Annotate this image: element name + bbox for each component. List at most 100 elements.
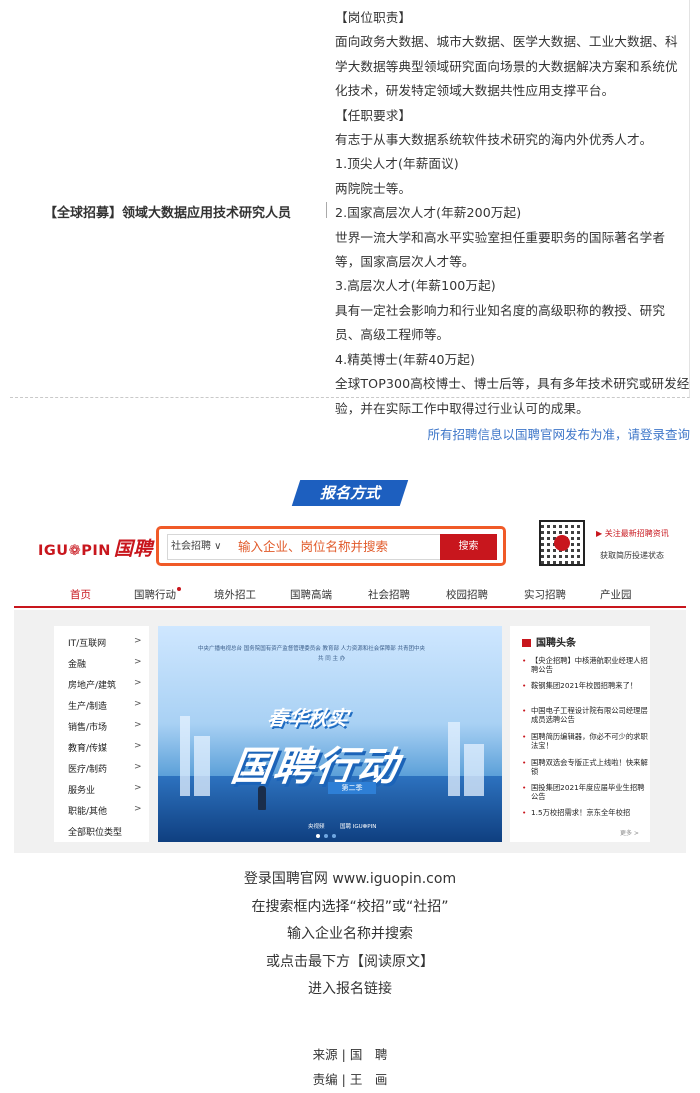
news-panel: 国聘头条 【央企招聘】中核港航职业经理人招聘公告 鞍钢集团2021年校园招聘来了… [510,626,650,842]
job-description: 【岗位职责】 面向政务大数据、城市大数据、医学大数据、工业大数据、科 学大数据等… [335,6,690,421]
step-line: 进入报名链接 [308,981,392,997]
chevron-right-icon: > [134,741,142,751]
carousel-dot-active [316,834,320,838]
job-description-line: 世界一流大学和高水平实验室担任重要职务的国际著名学者 [335,229,666,245]
hero-season-badge: 第二季 [328,782,376,794]
job-description-line: 全球TOP300高校博士、博士后等，具有多年技术研究或研发经 [335,376,690,392]
news-more-link[interactable]: 更多 > [620,828,639,837]
nav-internship[interactable]: 实习招聘 [524,587,566,602]
tower-shape [448,722,460,796]
job-description-line: 化技术，研发特定领域大数据共性应用支撑平台。 [335,83,615,99]
news-title: 国聘头条 [536,638,576,649]
chevron-right-icon: > [134,678,142,688]
job-table: 【全球招募】领域大数据应用技术研究人员 【岗位职责】 面向政务大数据、城市大数据… [10,0,690,416]
news-item-text: 国投集团2021年度应届毕业生招聘公告 [531,783,645,801]
step-line: 或点击最下方【阅读原文】 [266,953,434,970]
search-input[interactable] [238,537,440,557]
category-item[interactable]: 服务业 [68,783,95,796]
chevron-right-icon: > [134,699,142,709]
job-description-line: 员、高级工程师等。 [335,327,450,343]
category-item-all[interactable]: 全部职位类型 [68,825,122,838]
nav-label: 国聘行动 [134,589,176,601]
chevron-right-icon: > [134,783,142,793]
logo-latin: IGU❁PIN [38,543,111,559]
category-item[interactable]: 房地产/建筑 [68,678,116,691]
job-title: 【全球招募】领域大数据应用技术研究人员 [44,206,292,221]
job-description-line: 两院院士等。 [335,180,412,196]
news-item-text: 鞍钢集团2021年校园招聘来了！ [531,681,638,690]
category-item[interactable]: 教育/传媒 [68,741,107,754]
job-description-line: 学大数据等典型领域研究面向场景的大数据解决方案和系统优 [335,58,678,74]
logo-cn: 国聘 [113,538,153,560]
job-description-line: 【任职要求】 [335,107,412,123]
nav-industrial-park[interactable]: 产业园 [600,587,632,602]
login-notice-link[interactable]: 所有招聘信息以国聘官网发布为准，请登录查询 [427,424,690,443]
hero-slogan: 春华秋实 [265,706,350,730]
carousel-dots[interactable] [312,834,352,838]
chevron-right-icon: > [134,657,142,667]
nav-guopin-action[interactable]: 国聘行动 [134,587,181,602]
news-item-text: 国聘双选会专版正式上线啦！快来解锁 [531,758,648,776]
column-divider [326,202,327,218]
carousel-dot [332,834,336,838]
step-line: 输入企业名称并搜索 [287,926,413,942]
search-button[interactable]: 搜索 [440,534,497,560]
nav-overseas[interactable]: 境外招工 [214,587,256,602]
job-description-line: 具有一定社会影响力和行业知名度的高级职称的教授、研究 [335,302,666,318]
category-item[interactable]: 医疗/制药 [68,762,107,775]
news-item[interactable]: 中国电子工程设计院有限公司经理层成员选聘公告 [522,706,648,724]
news-item-text: 【央企招聘】中核港航职业经理人招聘公告 [531,656,648,674]
job-description-line: 4.精英博士(年薪40万起) [335,351,476,367]
section-title: 报名方式 [319,484,380,502]
job-description-line: 【岗位职责】 [335,10,412,25]
category-item[interactable]: 销售/市场 [68,720,107,733]
news-item[interactable]: 鞍钢集团2021年校园招聘来了！ [522,681,648,690]
news-item[interactable]: 国投集团2021年度应届毕业生招聘公告 [522,783,648,801]
nav-campus-recruit[interactable]: 校园招聘 [446,587,488,602]
news-item[interactable]: 【央企招聘】中核港航职业经理人招聘公告 [522,656,648,674]
search-type-select[interactable]: 社会招聘 ∨ [171,537,233,557]
job-description-line: 1.顶尖人才(年薪面议) [335,156,459,172]
job-description-line: 有志于从事大数据系统软件技术研究的海内外优秀人才。 [335,132,653,148]
category-item[interactable]: 职能/其他 [68,804,107,817]
hero-organizers: 中央广播电视总台 国务院国有资产监督管理委员会 教育部 人力资源和社会保障部 共… [198,646,425,652]
resume-status-link[interactable]: 获取简历投递状态 [600,550,664,561]
nav-social-recruit[interactable]: 社会招聘 [368,587,410,602]
category-item[interactable]: 生产/制造 [68,699,107,712]
job-description-line: 验，并在实际工作中取得过行业认可的成果。 [335,400,589,416]
site-header: IGU❁PIN国聘 社会招聘 ∨ 搜索 ▶ 关注最新招聘资讯 获取简历投递状态 [14,516,686,578]
site-nav: 首页 国聘行动 境外招工 国聘高端 社会招聘 校园招聘 实习招聘 产业园 [14,578,686,608]
chevron-right-icon: > [134,720,142,730]
news-item[interactable]: 国聘双选会专版正式上线啦！快来解锁 [522,758,648,776]
qr-logo-icon [554,535,570,551]
hero-main-title: 国聘行动 [228,744,403,790]
category-item[interactable]: IT/互联网 [68,636,106,649]
credits: 来源 | 国 聘 责编 | 王 画 [0,1042,700,1092]
hero-banner[interactable]: 中央广播电视总台 国务院国有资产监督管理委员会 教育部 人力资源和社会保障部 共… [158,626,502,842]
editor-credit: 责编 | 王 画 [312,1072,388,1087]
nav-high-end[interactable]: 国聘高端 [290,587,332,602]
step-line: 登录国聘官网 www.iguopin.com [243,871,457,887]
follow-news-link[interactable]: ▶ 关注最新招聘资讯 [596,528,669,539]
hero-partner-logo: 央视频 [308,824,325,830]
carousel-dot [324,834,328,838]
building-shape [194,736,210,796]
chevron-right-icon: > [134,762,142,772]
site-body: IT/互联网 > 金融 > 房地产/建筑 > 生产/制造 > 销售/市场 > 教育/传媒 >… [14,610,686,853]
job-description-line: 等，国家高层次人才等。 [335,254,475,270]
news-item[interactable]: 国聘简历编辑器，你必不可少的求职法宝！ [522,732,648,750]
site-logo[interactable]: IGU❁PIN 国聘 [38,534,153,561]
person-figure-icon [258,786,266,810]
job-description-line: 3.高层次人才(年薪100万起) [335,278,496,294]
news-item[interactable]: 1.5万校招需求！京东全年校招 [522,808,648,817]
building-shape [464,744,484,796]
nav-home[interactable]: 首页 [70,587,91,602]
news-item-text: 中国电子工程设计院有限公司经理层成员选聘公告 [531,706,648,724]
registration-steps: 登录国聘官网 www.iguopin.com 在搜索框内选择“校招”或“社招” … [0,866,700,1004]
hero-guopin-logo: 国聘 IGU❁PIN [340,824,377,830]
job-description-line: 2.国家高层次人才(年薪200万起) [335,205,522,221]
new-dot-icon [177,587,181,591]
category-item[interactable]: 金融 [68,657,86,670]
news-icon [522,639,531,647]
news-header: 国聘头条 [522,634,576,649]
